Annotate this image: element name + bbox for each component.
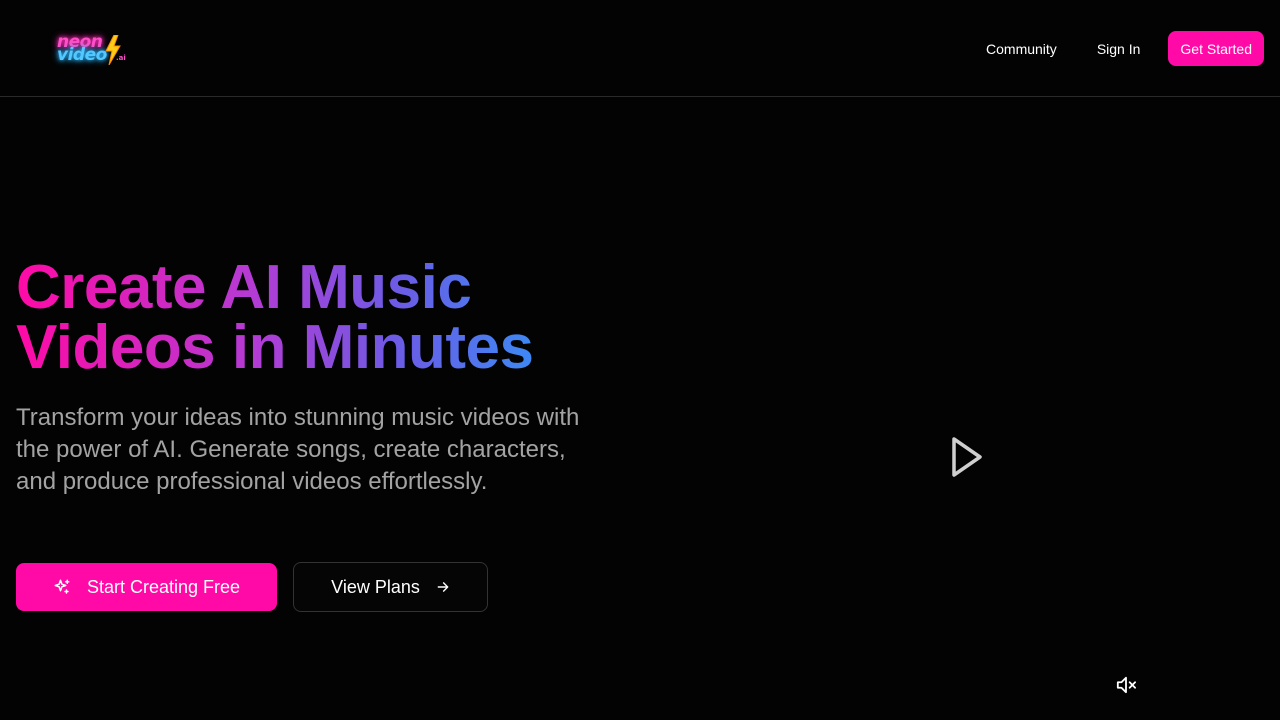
main-nav: Community Sign In Get Started [986, 31, 1264, 66]
landing-page: neon video .ai Community Sign In Get Sta… [0, 0, 1280, 720]
hero-subtitle: Transform your ideas into stunning music… [16, 404, 580, 495]
hero-title: Create AI Music Videos in Minutes [16, 257, 636, 379]
arrow-right-icon [436, 580, 450, 594]
site-header: neon video .ai Community Sign In Get Sta… [0, 0, 1280, 97]
volume-muted-icon [1115, 675, 1137, 700]
mute-toggle-button[interactable] [1114, 676, 1138, 698]
video-play-button[interactable] [944, 436, 988, 482]
play-icon [948, 435, 984, 484]
nav-community-link[interactable]: Community [986, 41, 1057, 57]
nav-signin-link[interactable]: Sign In [1097, 41, 1141, 57]
lightning-bolt-icon [103, 35, 123, 65]
start-creating-free-label: Start Creating Free [86, 576, 241, 597]
start-creating-free-button[interactable]: Start Creating Free [16, 563, 277, 611]
view-plans-button[interactable]: View Plans [293, 562, 488, 612]
brand-logo[interactable]: neon video .ai [52, 30, 132, 70]
get-started-button[interactable]: Get Started [1168, 31, 1264, 66]
view-plans-label: View Plans [331, 576, 420, 597]
sparkle-icon [53, 578, 71, 596]
logo-word-video: video [57, 45, 107, 65]
